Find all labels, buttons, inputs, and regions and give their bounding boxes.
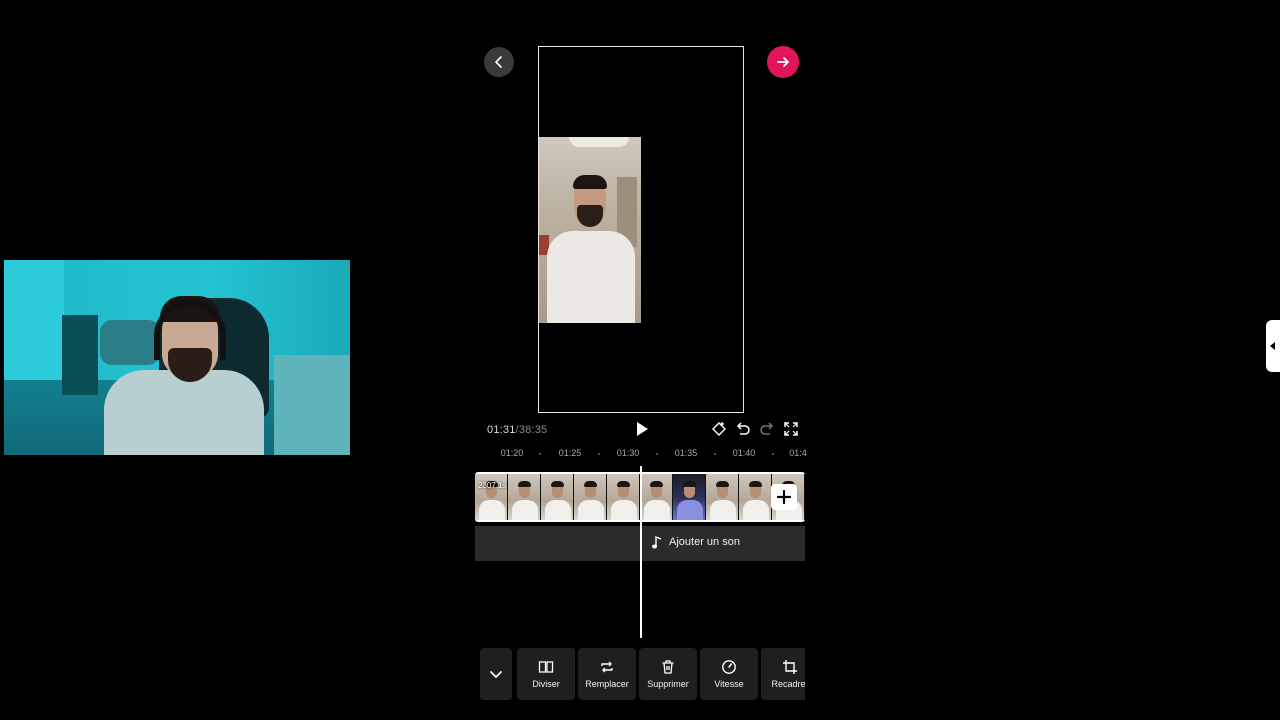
webcam-sofa <box>100 320 160 365</box>
clip-thumbnail <box>541 474 573 520</box>
timecode: 01:31/38:35 <box>487 424 547 436</box>
side-panel-handle-icon <box>1270 342 1275 350</box>
split-icon <box>538 661 554 673</box>
ruler-dot <box>772 453 774 455</box>
replace-button[interactable]: Remplacer <box>578 648 636 700</box>
speed-label: Vitesse <box>714 679 744 689</box>
preview-person-hair <box>573 175 607 189</box>
replace-icon <box>601 661 613 673</box>
split-button[interactable]: Diviser <box>517 648 575 700</box>
play-icon[interactable] <box>633 420 651 438</box>
preview-video-frame[interactable] <box>539 137 641 323</box>
ruler-tick: 01:20 <box>500 448 524 458</box>
clip-thumbnail <box>640 474 672 520</box>
ruler-dot <box>656 453 658 455</box>
clip-thumbnail <box>739 474 771 520</box>
clip-thumbnail <box>508 474 540 520</box>
side-panel-handle[interactable] <box>1266 320 1280 372</box>
ruler-tick: 01:40 <box>732 448 756 458</box>
webcam-cabinet <box>62 315 98 395</box>
next-arrow-icon <box>777 57 789 67</box>
webcam-overlay <box>4 260 350 455</box>
edit-toolbar: Diviser Remplacer Supprimer Vitesse Reca… <box>480 648 805 700</box>
back-button[interactable] <box>484 47 514 77</box>
ruler-tick: 01:25 <box>558 448 582 458</box>
back-icon <box>495 56 502 68</box>
crop-label: Recadrer <box>771 679 805 689</box>
ruler-dot <box>714 453 716 455</box>
webcam-table <box>274 355 350 455</box>
ruler-tick: 01:35 <box>674 448 698 458</box>
speed-button[interactable]: Vitesse <box>700 648 758 700</box>
total-time: 38:35 <box>518 424 548 436</box>
collapse-toolbar-button[interactable] <box>480 648 512 700</box>
undo-icon[interactable] <box>735 421 751 437</box>
replace-label: Remplacer <box>585 679 629 689</box>
delete-button[interactable]: Supprimer <box>639 648 697 700</box>
crop-icon <box>783 660 797 674</box>
chevron-down-icon <box>490 671 502 678</box>
add-clip-icon <box>777 490 791 504</box>
clip-thumbnail <box>673 474 705 520</box>
clip-duration-label: 2307.1s <box>478 481 507 490</box>
ruler-tick: 01:4 <box>789 448 807 458</box>
playhead[interactable] <box>640 466 642 638</box>
redo-icon[interactable] <box>759 421 775 437</box>
clip-thumbnail <box>607 474 639 520</box>
video-preview-canvas[interactable] <box>538 46 744 413</box>
preview-person-beard <box>577 205 603 227</box>
fullscreen-icon[interactable] <box>783 421 799 437</box>
keyframe-icon[interactable] <box>711 421 727 437</box>
delete-label: Supprimer <box>647 679 689 689</box>
music-note-icon[interactable] <box>651 536 663 549</box>
add-clip-button[interactable] <box>771 484 797 510</box>
ruler-dot <box>598 453 600 455</box>
next-button[interactable] <box>767 46 799 78</box>
preview-person-body <box>547 231 635 323</box>
crop-button[interactable]: Recadrer <box>761 648 805 700</box>
timeline-ruler[interactable]: 01:20 01:25 01:30 01:35 01:40 01:4 <box>475 447 807 461</box>
ruler-dot <box>539 453 541 455</box>
webcam-person-body <box>104 370 264 455</box>
ruler-tick: 01:30 <box>616 448 640 458</box>
clip-thumbnail <box>574 474 606 520</box>
preview-ceiling-light <box>569 137 629 147</box>
speed-icon <box>722 660 736 674</box>
webcam-window <box>4 260 64 380</box>
split-label: Diviser <box>532 679 560 689</box>
trash-icon <box>662 660 674 674</box>
add-sound-button[interactable]: Ajouter un son <box>669 536 740 548</box>
clip-thumbnail <box>706 474 738 520</box>
current-time: 01:31 <box>487 424 516 436</box>
